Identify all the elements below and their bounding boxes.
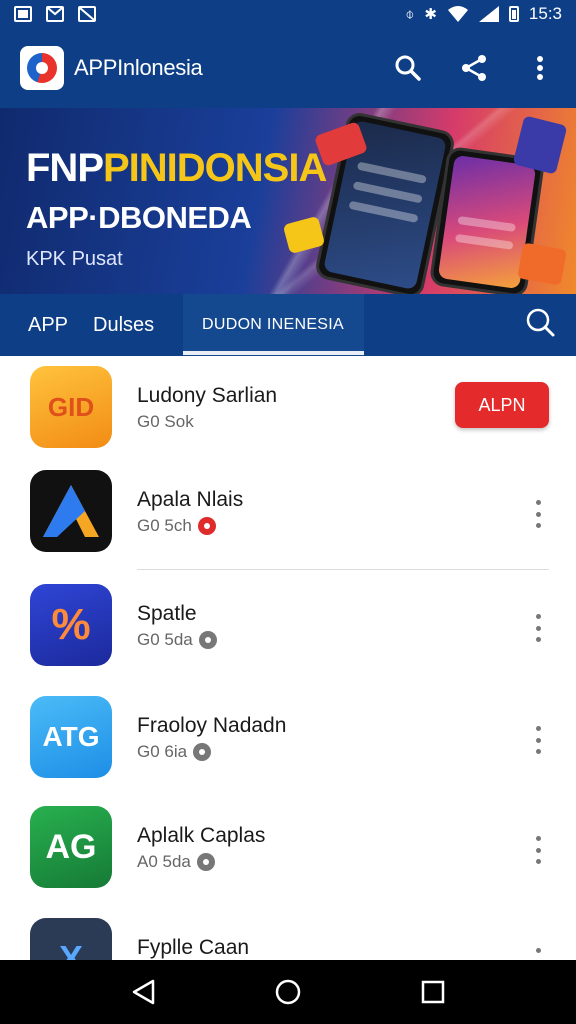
search-icon[interactable] — [392, 52, 424, 84]
app-icon: X — [30, 918, 112, 960]
tab-dulses[interactable]: Dulses — [93, 314, 154, 337]
list-item[interactable]: ATG Fraoloy Nadadn G0 6ia — [0, 686, 576, 798]
banner-subheadline: APP·DBONEDA — [26, 200, 252, 235]
home-icon[interactable] — [268, 972, 308, 1012]
banner-app-tile — [517, 242, 567, 286]
promo-banner[interactable]: FNPPINIDONSIA APP·DBONEDA KPK Pusat — [0, 108, 576, 294]
tab-active-label[interactable]: DUDON INENESIA — [202, 316, 344, 334]
overflow-menu-icon[interactable] — [524, 52, 556, 84]
banner-headline: FNPPINIDONSIA — [26, 146, 327, 190]
more-options-icon[interactable] — [528, 614, 548, 642]
vibrate-icon: ⌽ — [405, 5, 415, 23]
install-button[interactable]: ALPN — [455, 382, 549, 428]
app-icon: ATG — [30, 696, 112, 778]
tab-search-icon[interactable] — [524, 306, 556, 343]
app-icon — [30, 470, 112, 552]
list-item[interactable]: % Spatle G0 5da — [0, 574, 576, 686]
tab-app[interactable]: APP — [28, 314, 68, 337]
image-notification-icon — [78, 6, 96, 22]
battery-icon — [508, 6, 519, 22]
app-name: Spatle — [137, 602, 197, 625]
app-name: Fraoloy Nadadn — [137, 714, 287, 737]
signal-icon — [478, 6, 499, 22]
more-options-icon[interactable] — [528, 726, 548, 754]
tab-indicator — [183, 351, 364, 355]
back-icon[interactable] — [123, 972, 163, 1012]
tab-bar: APP Dulses DUDON INENESIA — [0, 294, 576, 356]
wifi-icon — [447, 6, 468, 22]
banner-subtitle: KPK Pusat — [26, 248, 123, 270]
more-options-icon[interactable] — [528, 500, 548, 528]
status-badge — [198, 631, 217, 649]
list-divider — [137, 569, 549, 570]
app-title: APPInlonesia — [74, 55, 203, 80]
recents-icon[interactable] — [413, 972, 453, 1012]
status-badge — [196, 853, 215, 871]
app-meta: G0 5da — [137, 630, 217, 650]
app-meta: G0 Sok — [137, 412, 194, 431]
app-logo — [20, 46, 64, 90]
app-meta: G0 5ch — [137, 516, 216, 536]
mail-notification-icon — [46, 6, 64, 22]
status-badge — [193, 743, 212, 761]
more-options-icon[interactable] — [528, 948, 548, 960]
app-icon: AG — [30, 806, 112, 888]
gallery-notification-icon — [14, 6, 32, 22]
more-options-icon[interactable] — [528, 836, 548, 864]
list-item[interactable]: GID Ludony Sarlian G0 Sok ALPN — [0, 356, 576, 468]
app-icon: % — [30, 584, 112, 666]
status-badge — [197, 517, 216, 535]
bluetooth-icon: ✱ — [424, 6, 437, 23]
status-bar: ⌽ ✱ 15:3 — [0, 0, 576, 28]
list-item[interactable]: X Fyplle Caan — [0, 908, 576, 960]
app-name: Fyplle Caan — [137, 936, 250, 959]
app-bar: APPInlonesia — [0, 28, 576, 108]
list-item[interactable]: Apala Nlais G0 5ch — [0, 460, 576, 572]
system-nav-bar — [0, 960, 576, 1024]
app-list: GID Ludony Sarlian G0 Sok ALPN Apala Nla… — [0, 356, 576, 960]
app-meta: G0 6ia — [137, 742, 212, 762]
app-name: Apala Nlais — [137, 488, 244, 511]
share-icon[interactable] — [458, 52, 490, 84]
app-name: Aplalk Caplas — [137, 824, 266, 847]
status-time: 15:3 — [528, 4, 562, 23]
app-meta: A0 5da — [137, 852, 215, 872]
app-icon: GID — [30, 366, 112, 448]
list-item[interactable]: AG Aplalk Caplas A0 5da — [0, 796, 576, 908]
app-name: Ludony Sarlian — [137, 384, 278, 407]
